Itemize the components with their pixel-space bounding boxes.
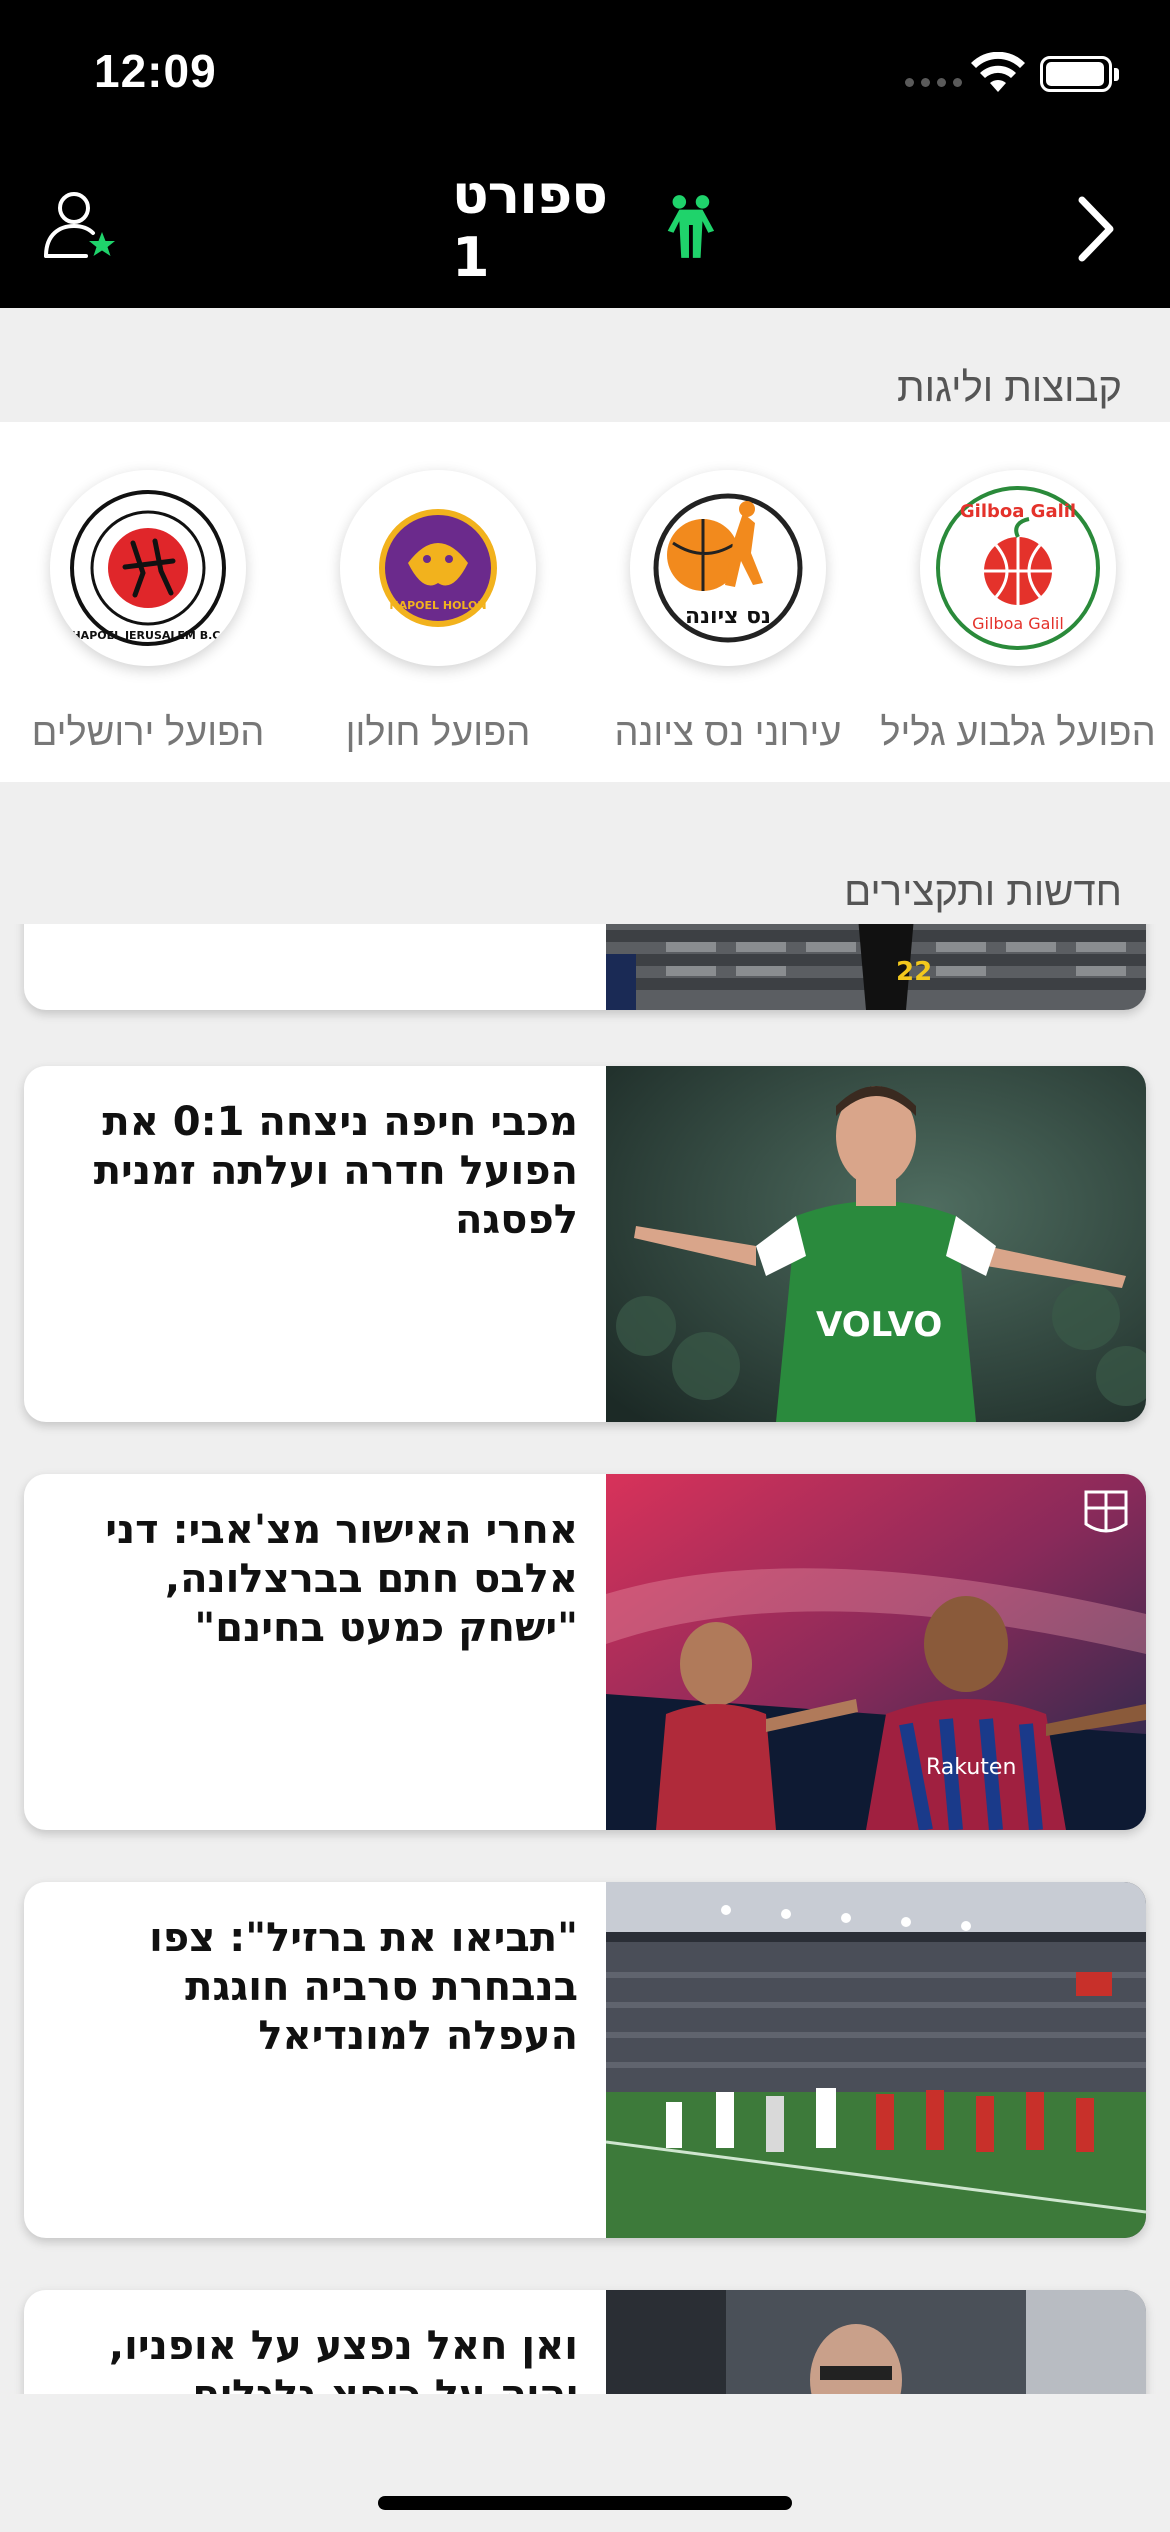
barcelona-players-photo: Rakuten	[606, 1474, 1146, 1830]
news-card[interactable]: 22	[24, 924, 1146, 1010]
cellular-signal-icon	[905, 78, 962, 87]
serbia-celebration-photo	[606, 1882, 1146, 2238]
wifi-icon	[971, 52, 1025, 92]
holon-logo-text: HAPOEL HOLON	[389, 599, 486, 612]
news-section-title: חדשות ותקצירים	[844, 870, 1122, 914]
news-card[interactable]: Rakuten אחרי האישור מצ'אבי: דני אלבס חתם…	[24, 1474, 1146, 1830]
gilboa-galil-logo: Gilboa Galil Gilboa Galil	[920, 470, 1116, 666]
team-name: הפועל חולון	[345, 712, 531, 754]
bottom-safe-area	[0, 2394, 1170, 2532]
ironi-ness-ziona-logo: נס ציונה	[630, 470, 826, 666]
sport1-logo[interactable]: ספורט 1	[452, 163, 722, 289]
svg-text:22: 22	[896, 957, 932, 987]
team-item-hapoel-jerusalem[interactable]: HAPOEL JERUSALEM B.C. הפועל ירושלים	[0, 470, 298, 755]
news-card-title: אחרי האישור מצ'אבי: דני אלבס חתם בברצלונ…	[105, 1507, 578, 1651]
stadium-player-photo: 22	[606, 924, 1146, 1010]
news-card-title: מכבי חיפה ניצחה 0:1 את הפועל חדרה ועלתה …	[93, 1099, 578, 1243]
news-card[interactable]: ואן חאל נפצע על אופניו, יהיה על כיסא גלג…	[24, 2290, 1146, 2394]
home-indicator[interactable]	[378, 2496, 792, 2510]
status-time: 12:09	[94, 45, 217, 97]
team-item-gilboa-galil[interactable]: Gilboa Galil Gilboa Galil הפועל גלבוע גל…	[868, 470, 1168, 755]
news-card[interactable]: "תביאו את ברזיל": צפו בנבחרת סרביה חוגגת…	[24, 1882, 1146, 2238]
team-name: הפועל ירושלים	[31, 712, 265, 754]
user-star-icon[interactable]	[40, 186, 120, 266]
jerusalem-logo-text: HAPOEL JERUSALEM B.C.	[71, 629, 224, 642]
hapoel-jerusalem-logo: HAPOEL JERUSALEM B.C.	[50, 470, 246, 666]
news-card-title: "תביאו את ברזיל": צפו בנבחרת סרביה חוגגת…	[149, 1915, 578, 2059]
team-name: עירוני נס ציונה	[614, 712, 842, 754]
maccabi-haifa-player-photo: VOLVO	[606, 1066, 1146, 1422]
news-card[interactable]: VOLVO מכבי חיפה ניצחה 0:1 את הפועל חדרה …	[24, 1066, 1146, 1422]
status-bar: 12:09	[0, 0, 1170, 150]
chevron-right-icon[interactable]	[1072, 192, 1122, 266]
van-gaal-photo	[606, 2290, 1146, 2394]
team-item-ironi-ness-ziona[interactable]: נס ציונה עירוני נס ציונה	[578, 470, 878, 755]
team-name: הפועל גלבוע גליל	[880, 712, 1156, 754]
svg-text:VOLVO: VOLVO	[816, 1305, 942, 1345]
hapoel-holon-logo: HAPOEL HOLON	[340, 470, 536, 666]
app-header: ספורט 1	[0, 150, 1170, 308]
gilboa-logo-text: Gilboa Galil	[960, 501, 1076, 522]
logo-figures-icon	[667, 195, 715, 258]
logo-text: ספורט 1	[452, 163, 608, 289]
news-list[interactable]: 22 VOLVO מכבי חיפה ניצחה 0:1 את הפועל חד…	[0, 924, 1170, 2394]
teams-section-title: קבוצות וליגות	[897, 366, 1122, 410]
ness-ziona-logo-text: נס ציונה	[685, 604, 771, 629]
team-item-hapoel-holon[interactable]: HAPOEL HOLON הפועל חולון	[288, 470, 588, 755]
svg-text:Gilboa Galil: Gilboa Galil	[972, 614, 1064, 633]
news-card-title: ואן חאל נפצע על אופניו, יהיה על כיסא גלג…	[108, 2323, 578, 2394]
teams-carousel[interactable]: Gilboa Galil Gilboa Galil הפועל גלבוע גל…	[0, 422, 1170, 782]
battery-icon	[1040, 56, 1119, 92]
svg-text:Rakuten: Rakuten	[926, 1755, 1016, 1780]
